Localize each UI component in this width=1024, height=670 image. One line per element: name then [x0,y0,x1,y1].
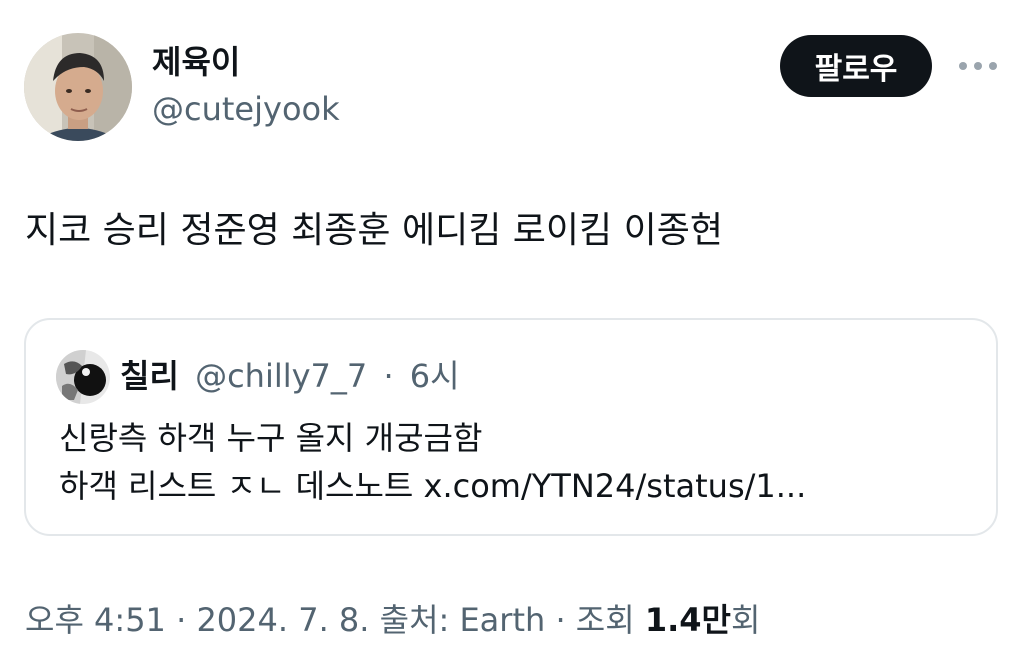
more-options-button[interactable] [950,50,1006,82]
tweet-source: 출처: Earth [379,601,546,639]
views-suffix: 회 [731,601,761,639]
views-count[interactable]: 1.4만 [645,601,731,639]
quote-avatar-image [56,350,110,404]
meta-separator: · [165,601,197,639]
follow-button[interactable]: 팔로우 [780,35,932,97]
quote-timestamp[interactable]: 6시 [410,357,460,395]
tweet-text: 지코 승리 정준영 최종훈 에디킴 로이킴 이종현 [25,210,723,251]
quote-separator: · [383,357,394,395]
quote-author-avatar[interactable] [56,350,110,404]
quote-header: 칠리 @chilly7_7 · 6시 [120,354,460,398]
quote-author-handle[interactable]: @chilly7_7 [195,357,367,395]
quote-text-line-1: 신랑측 하객 누구 올지 개궁금함 [59,419,483,457]
quote-author-name[interactable]: 칠리 [120,357,179,395]
avatar-image [24,33,132,141]
author-handle[interactable]: @cutejyook [152,89,340,129]
tweet-metadata: 오후 4:51 · 2024. 7. 8. 출처: Earth · 조회 1.4… [25,598,760,642]
quoted-tweet-card[interactable]: 칠리 @chilly7_7 · 6시 신랑측 하객 누구 올지 개궁금함 하객 … [24,318,998,536]
views-label: 조회 [575,601,635,639]
author-display-name[interactable]: 제육이 [152,42,240,82]
author-avatar[interactable] [24,33,132,141]
quote-text-line-2: 하객 리스트 ㅈㄴ 데스노트 x.com/YTN24/status/1... [59,467,807,505]
tweet-date[interactable]: 2024. 7. 8. [196,601,369,639]
meta-separator: · [545,601,576,639]
tweet-time[interactable]: 오후 4:51 [25,601,166,639]
more-horizontal-icon [959,62,997,70]
